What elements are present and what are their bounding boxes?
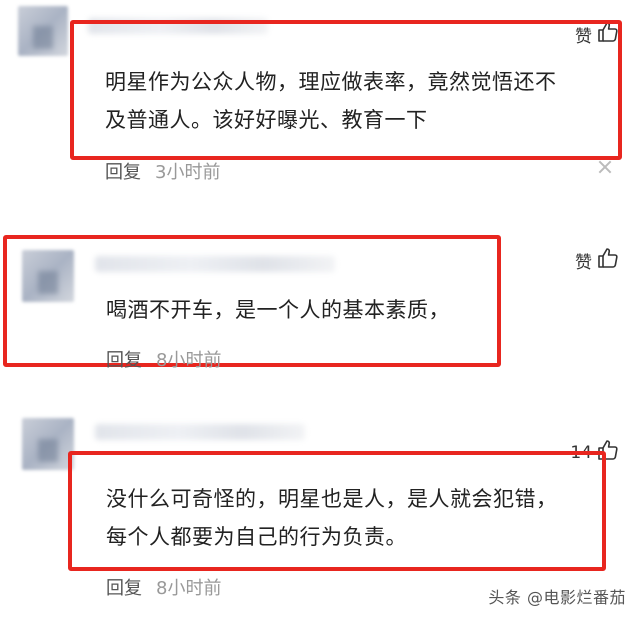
comment-text: 没什么可奇怪的，明星也是人，是人就会犯错， 每个人都要为自己的行为负责。 xyxy=(106,480,558,556)
timestamp: 8小时前 xyxy=(156,578,222,599)
comment-meta: 回复 8小时前 xyxy=(106,574,221,600)
comment-text-line: 每个人都要为自己的行为负责。 xyxy=(106,525,407,549)
comment-text-line: 没什么可奇怪的，明星也是人，是人就会犯错， xyxy=(106,487,558,511)
comment-3: 14 没什么可奇怪的，明星也是人，是人就会犯错， 每个人都要为自己的行为负责。 … xyxy=(0,0,640,618)
username-blurred[interactable] xyxy=(95,424,305,440)
avatar[interactable] xyxy=(22,418,74,470)
reply-button[interactable]: 回复 xyxy=(106,574,142,600)
watermark: 头条 @电影烂番茄 xyxy=(488,588,626,607)
